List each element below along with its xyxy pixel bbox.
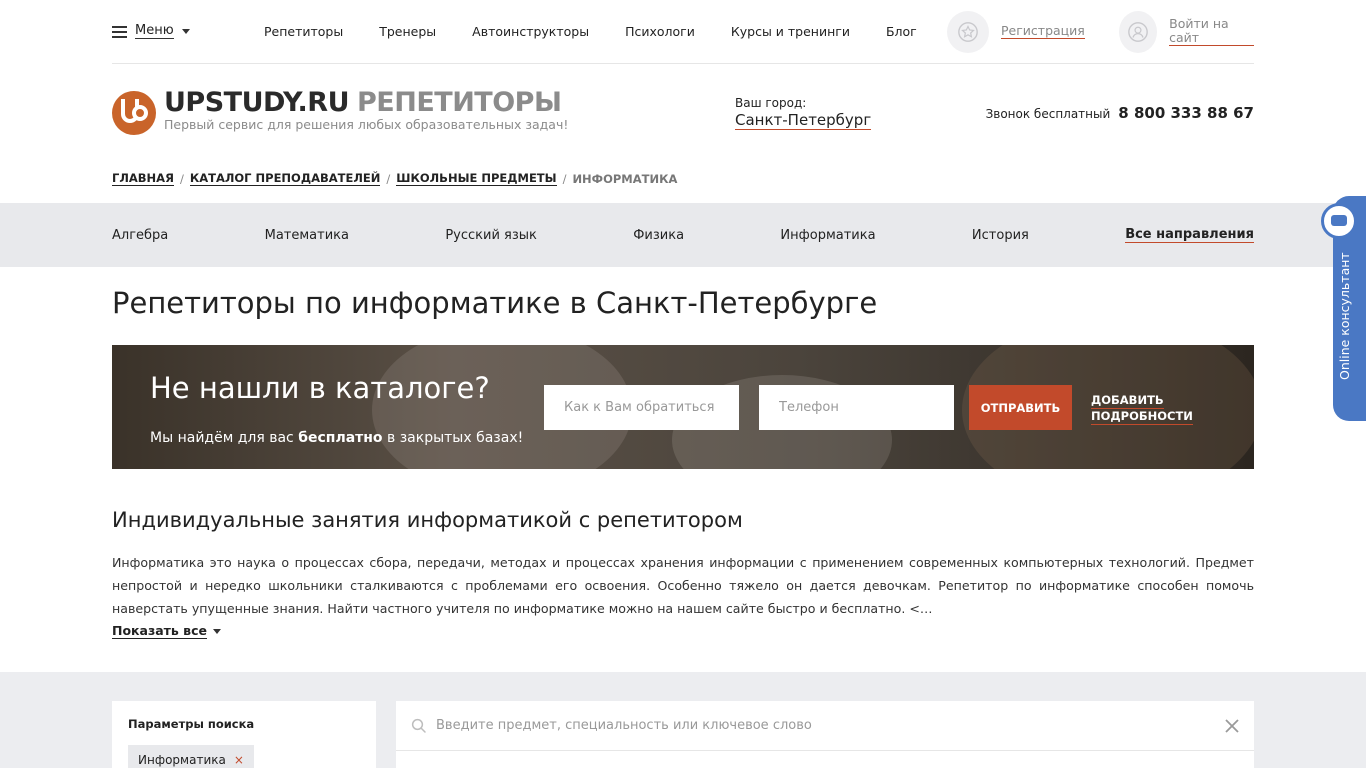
add-details-link[interactable]: ДОБАВИТЬ ПОДРОБНОСТИ [1091,393,1193,425]
phone-block: Звонок бесплатный 8 800 333 88 67 [986,104,1254,122]
register-block: Регистрация [947,10,1085,53]
breadcrumb-home[interactable]: Главная [112,172,174,186]
hamburger-icon [112,26,127,38]
filter-tag: Информатика × [128,745,254,768]
breadcrumb-current: Информатика [572,172,678,186]
chat-icon[interactable] [1321,203,1357,239]
subject-history[interactable]: История [972,228,1029,243]
nav-link-tutors[interactable]: Репетиторы [264,24,343,39]
show-all-label: Показать все [112,623,207,639]
search-icon [411,718,426,733]
subject-algebra[interactable]: Алгебра [112,228,168,243]
catalog-search [396,701,1254,751]
request-banner: Не нашли в каталоге? Мы найдём для вас б… [112,345,1254,469]
subject-all-link[interactable]: Все направления [1125,227,1254,243]
name-input[interactable] [544,385,739,430]
online-consultant-label: Online консультант [1337,252,1352,380]
chevron-down-icon [181,29,190,34]
close-icon[interactable]: × [234,745,244,768]
top-links: Репетиторы Тренеры Автоинструкторы Психо… [264,24,953,39]
phone-input[interactable] [759,385,954,430]
nav-link-blog[interactable]: Блог [886,24,917,39]
user-icon[interactable] [1119,10,1158,53]
subject-physics[interactable]: Физика [633,228,684,243]
banner-title: Не нашли в каталоге? [150,371,490,405]
breadcrumb-separator: / [179,172,184,186]
logo-tagline: Первый сервис для решения любых образова… [164,117,569,132]
city-value-link[interactable]: Санкт-Петербург [735,111,872,130]
site-header: UPSTUDY.RU РЕПЕТИТОРЫ Первый сервис для р… [112,64,1254,160]
banner-subtitle: Мы найдём для вас бесплатно в закрытых б… [150,430,524,446]
search-params-title: Параметры поиска [128,717,255,731]
section-title: Индивидуальные занятия информатикой с ре… [112,508,743,532]
search-input[interactable] [436,718,1224,733]
intro-paragraph: Информатика это наука о процессах сбора,… [112,555,1254,616]
search-params-panel: Параметры поиска Информатика × [112,701,376,768]
city-label: Ваш город: [735,96,807,110]
phone-number[interactable]: 8 800 333 88 67 [1118,104,1254,122]
register-link[interactable]: Регистрация [1001,24,1085,39]
breadcrumb-catalog[interactable]: Каталог преподавателей [189,172,381,186]
city-selector: Ваш город: Санкт-Петербург [735,96,872,130]
subject-informatics[interactable]: Информатика [780,228,875,243]
send-button[interactable]: ОТПРАВИТЬ [969,385,1072,430]
breadcrumb-school-subjects[interactable]: Школьные предметы [396,172,557,186]
star-icon[interactable] [947,10,989,53]
nav-link-trainers[interactable]: Тренеры [379,24,436,39]
login-block: Войти на сайт [1119,10,1254,53]
menu-button[interactable]: Меню [112,24,190,39]
login-link[interactable]: Войти на сайт [1169,17,1254,46]
nav-link-courses[interactable]: Курсы и тренинги [731,24,850,39]
nav-link-psychologists[interactable]: Психологи [625,24,695,39]
nav-link-driving[interactable]: Автоинструкторы [472,24,589,39]
filter-tag-label: Информатика [138,753,226,767]
site-logo[interactable]: UPSTUDY.RU РЕПЕТИТОРЫ Первый сервис для р… [112,88,568,135]
subject-russian[interactable]: Русский язык [445,228,537,243]
page-title: Репетиторы по информатике в Санкт-Петерб… [112,286,878,320]
chevron-down-icon [212,629,221,634]
subjects-bar: Алгебра Математика Русский язык Физика И… [112,203,1254,267]
logo-main-text: UPSTUDY.RU [164,87,350,118]
phone-label: Звонок бесплатный [985,107,1111,121]
clear-icon[interactable] [1224,718,1240,734]
menu-label: Меню [135,23,174,39]
breadcrumb: Главная / Каталог преподавателей / Школь… [112,172,1254,186]
breadcrumb-separator: / [386,172,391,186]
subject-math[interactable]: Математика [265,228,349,243]
top-navigation: Меню Репетиторы Тренеры Автоинструкторы … [112,0,1254,64]
breadcrumb-separator: / [562,172,567,186]
show-all-button[interactable]: Показать все [112,624,1254,639]
logo-icon [112,91,156,135]
logo-section-text: РЕПЕТИТОРЫ [357,87,562,118]
results-panel [396,751,1254,768]
